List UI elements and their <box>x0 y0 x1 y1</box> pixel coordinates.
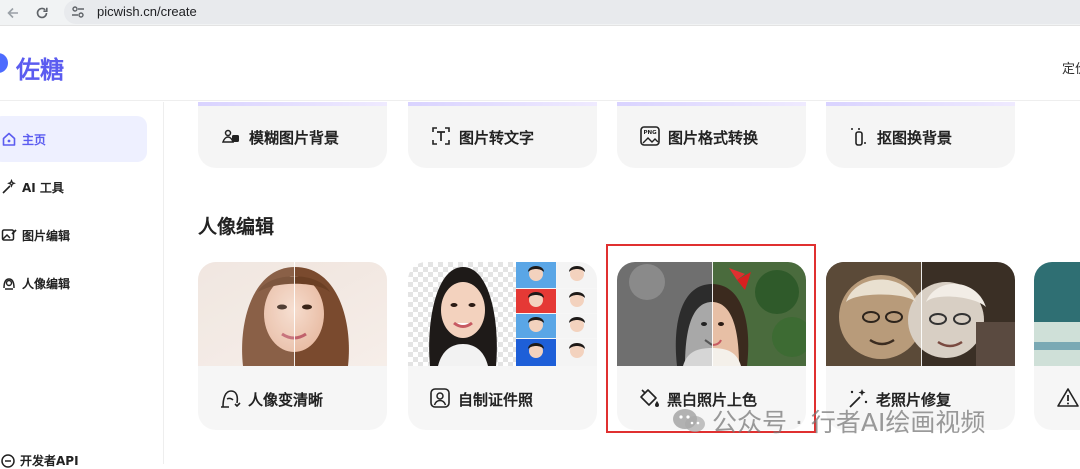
svg-text:PNG: PNG <box>644 130 658 136</box>
tool-card-face-enhance[interactable]: 人像变清晰 <box>198 262 387 430</box>
sidebar-item-label: 图片编辑 <box>22 228 71 243</box>
card-stripe <box>198 102 387 106</box>
face-enhance-icon <box>218 386 242 410</box>
tool-label: 模糊图片背景 <box>249 129 340 147</box>
url-text[interactable]: picwish.cn/create <box>97 4 197 19</box>
site-settings-icon[interactable] <box>70 4 86 20</box>
logo[interactable]: 佐糖 <box>16 50 64 85</box>
watermark: 公众号 · 行者AI绘画视频 <box>672 403 985 439</box>
sidebar-item-home[interactable]: 主页 <box>0 116 147 162</box>
home-icon <box>0 130 18 148</box>
blur-background-icon <box>220 125 242 147</box>
image-edit-icon <box>0 226 18 244</box>
before-after-divider[interactable] <box>294 262 295 366</box>
sidebar-item-label: 人像编辑 <box>22 276 71 291</box>
card-stripe <box>617 102 806 106</box>
tool-card-blur-background[interactable]: 模糊图片背景 <box>198 102 387 168</box>
tool-label: 图片转文字 <box>459 129 535 147</box>
wechat-icon <box>672 407 706 435</box>
sidebar-item-developer-api[interactable]: 开发者API <box>0 452 79 469</box>
cutout-icon <box>848 125 870 147</box>
tool-label: 图片格式转换 <box>668 129 759 147</box>
face-enhance-preview-image <box>198 262 387 366</box>
pricing-link[interactable]: 定价 <box>1062 58 1080 77</box>
id-photo-preview-image <box>408 262 597 366</box>
api-icon <box>0 453 16 469</box>
tool-card-id-photo[interactable]: 自制证件照 <box>408 262 597 430</box>
sidebar-item-portrait-edit[interactable]: 人像编辑 <box>0 260 147 306</box>
png-format-icon: PNG <box>639 125 661 147</box>
sidebar-item-label: 主页 <box>22 132 47 147</box>
section-title-portrait-edit: 人像编辑 <box>198 216 275 238</box>
address-bar[interactable] <box>64 0 1080 24</box>
sidebar-item-label: 开发者API <box>20 454 79 468</box>
back-arrow-icon[interactable] <box>2 2 24 24</box>
before-after-divider[interactable] <box>921 262 922 366</box>
id-photo-icon <box>428 386 452 410</box>
reload-icon[interactable] <box>31 2 53 24</box>
site-header: 佐糖 定价 <box>0 27 1080 101</box>
sidebar-item-ai-tools[interactable]: AI 工具 <box>0 164 147 210</box>
magic-wand-icon <box>0 178 18 196</box>
tool-card-image-to-text[interactable]: 图片转文字 <box>408 102 597 168</box>
browser-toolbar: picwish.cn/create <box>0 0 1080 26</box>
logo-mark-icon[interactable] <box>0 53 8 73</box>
card-stripe <box>826 102 1015 106</box>
tool-card-cutout[interactable]: 抠图换背景 <box>826 102 1015 168</box>
text-scan-icon <box>430 125 452 147</box>
partial-preview-image <box>1034 262 1080 366</box>
tool-label: 自制证件照 <box>458 391 534 409</box>
portrait-icon <box>0 274 18 292</box>
sidebar: 主页 AI 工具 图片编辑 人像编辑 <box>0 102 164 464</box>
watermark-text: 公众号 · 行者AI绘画视频 <box>712 408 986 437</box>
warning-icon <box>1056 386 1080 410</box>
tool-label: 抠图换背景 <box>877 129 953 147</box>
tool-card-partial[interactable] <box>1034 262 1080 430</box>
sidebar-item-label: AI 工具 <box>22 180 64 195</box>
tool-card-format-convert[interactable]: PNG 图片格式转换 <box>617 102 806 168</box>
tool-label: 人像变清晰 <box>248 391 324 409</box>
sidebar-item-image-edit[interactable]: 图片编辑 <box>0 212 147 258</box>
card-stripe <box>408 102 597 106</box>
